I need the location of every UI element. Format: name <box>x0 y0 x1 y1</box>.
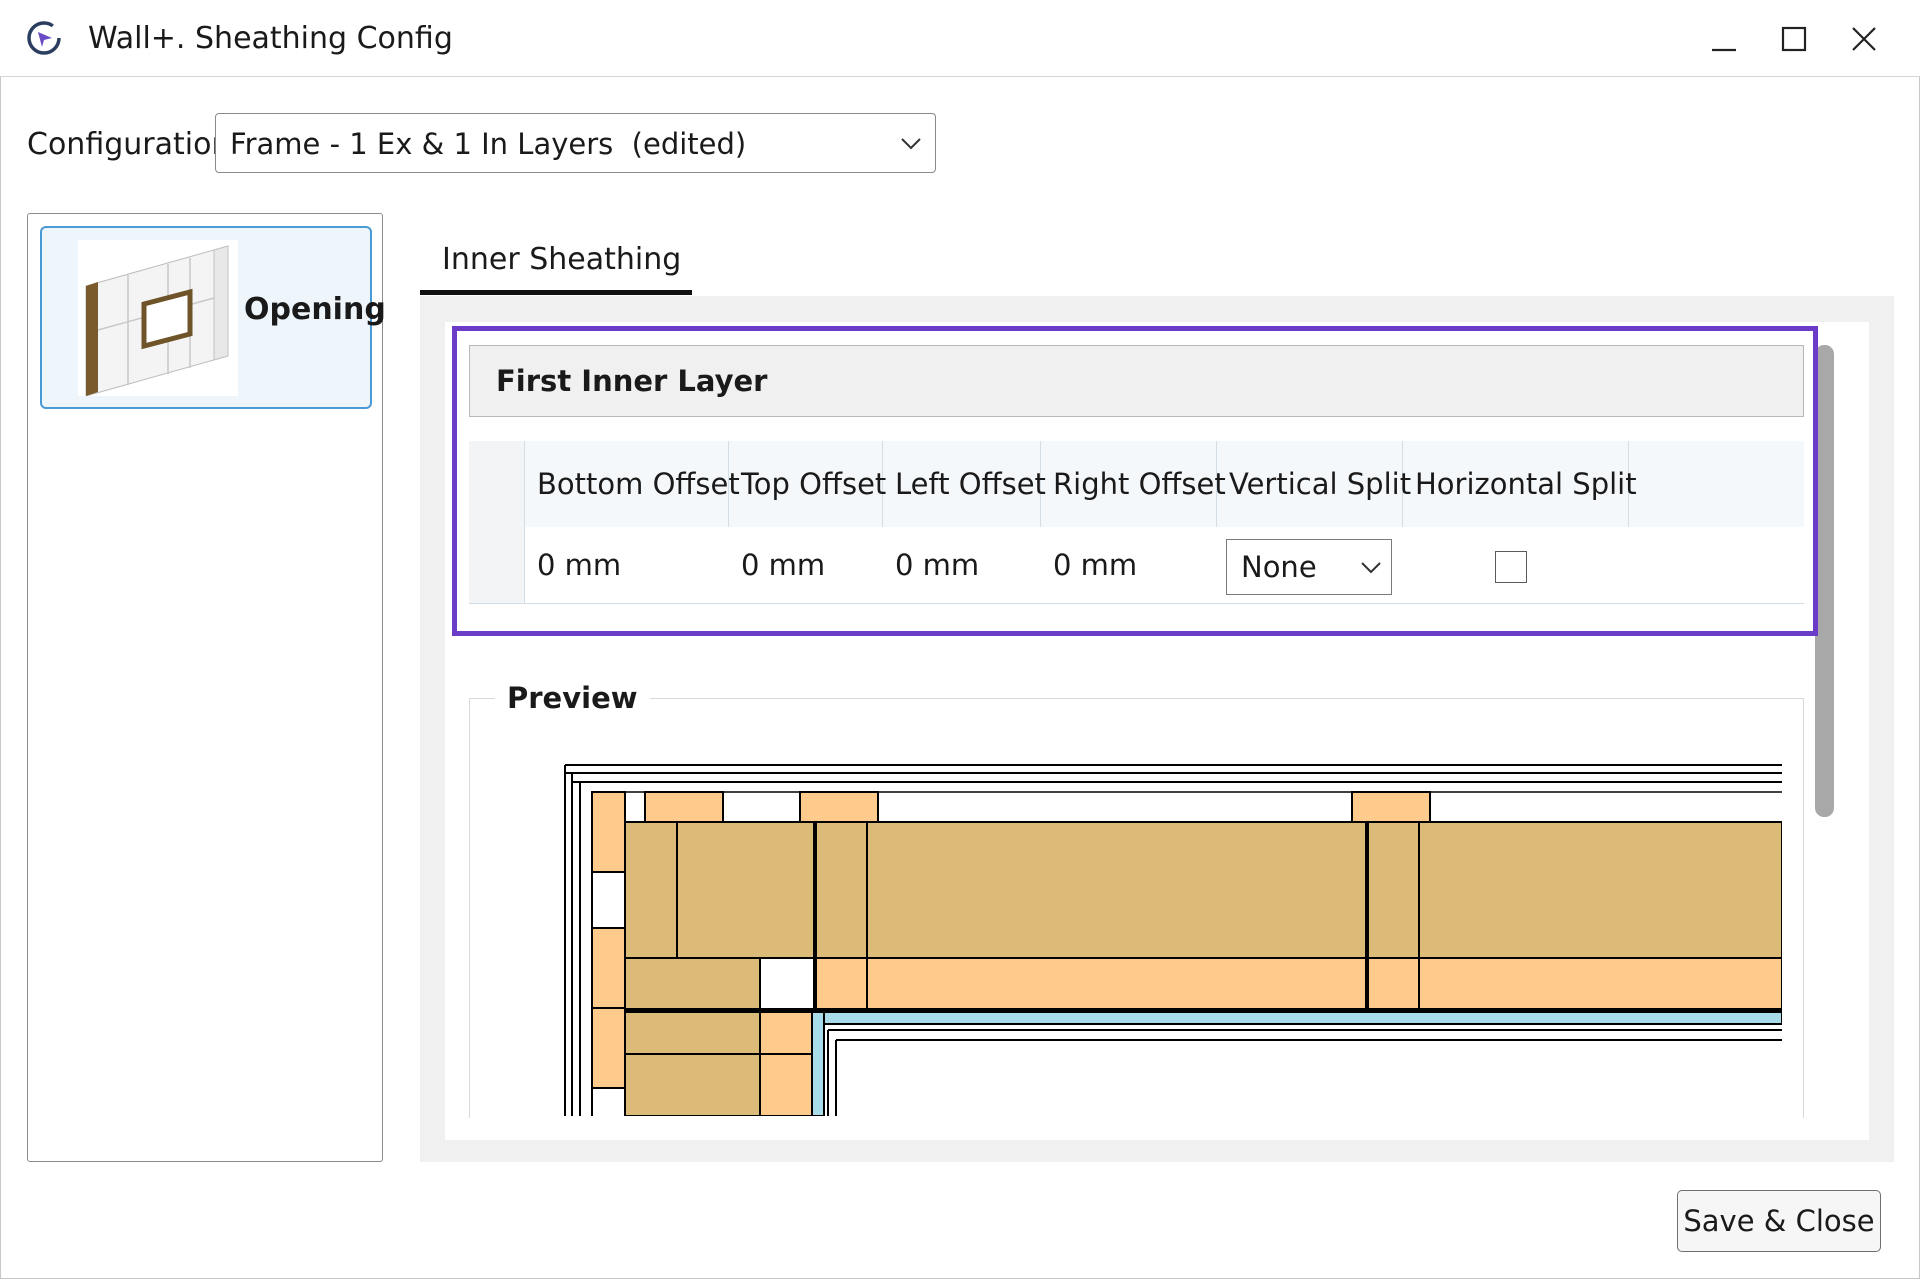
title-bar: Wall+. Sheathing Config <box>0 0 1920 77</box>
close-icon <box>1852 27 1876 51</box>
maximize-button[interactable] <box>1764 14 1824 64</box>
close-button[interactable] <box>1834 14 1894 64</box>
sidebar-item-opening[interactable]: Opening <box>40 226 386 409</box>
preview-label: Preview <box>495 678 650 718</box>
tab-active-indicator <box>420 290 692 295</box>
app-logo-icon <box>26 20 62 56</box>
window-title: Wall+. Sheathing Config <box>88 21 453 56</box>
configuration-dropdown[interactable]: Frame - 1 Ex & 1 In Layers (edited) <box>215 113 936 173</box>
tab-label: Inner Sheathing <box>442 242 682 277</box>
sidebar-item-label: Opening <box>244 292 386 327</box>
configuration-label: Configuration <box>27 127 231 162</box>
minimize-button[interactable] <box>1694 14 1754 64</box>
sheathing-preview-drawing <box>560 760 1782 1116</box>
highlight-frame <box>452 326 1818 636</box>
chevron-down-icon <box>901 138 921 150</box>
configuration-value: Frame - 1 Ex & 1 In Layers (edited) <box>230 127 747 161</box>
wall-opening-thumbnail-icon <box>78 240 238 397</box>
maximize-icon <box>1781 26 1807 52</box>
save-and-close-button[interactable]: Save & Close <box>1677 1190 1881 1252</box>
tab-inner-sheathing[interactable]: Inner Sheathing <box>420 236 692 296</box>
minimize-icon <box>1712 48 1736 52</box>
sidebar-panel: Opening <box>27 213 386 1162</box>
